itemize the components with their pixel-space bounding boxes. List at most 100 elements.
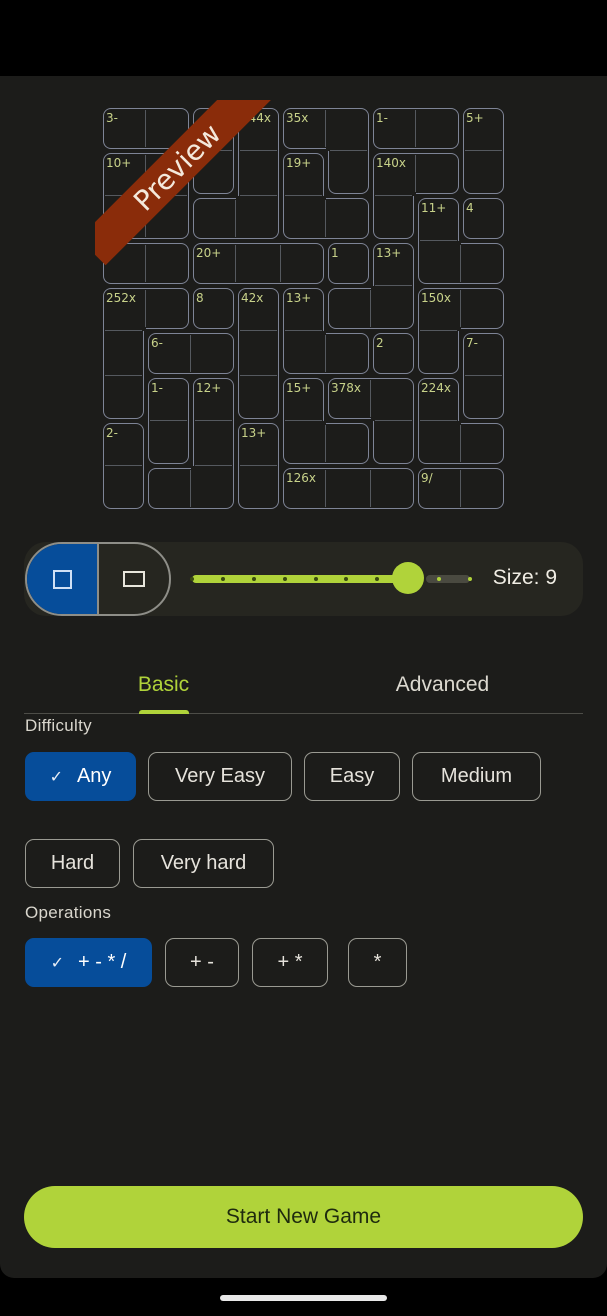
grid-cell <box>461 376 506 421</box>
start-new-game-button[interactable]: Start New Game <box>24 1186 583 1248</box>
grid-cell <box>281 196 326 241</box>
cage-label: 10+ <box>106 156 132 170</box>
cage-border <box>373 196 414 239</box>
grid-cell <box>191 331 236 376</box>
cage-label: 12+ <box>196 381 222 395</box>
puzzle-preview: 3- 144x 35x 1- 5+ 10+ 19+ 140x 11+ 4 20+ 1 13+ 252x 8 4… <box>95 100 513 518</box>
cage-border <box>328 288 371 329</box>
cage-label: 13+ <box>286 291 312 305</box>
cage-border <box>418 331 459 374</box>
grid-cell <box>461 286 506 331</box>
grid-cell <box>371 196 416 241</box>
difficulty-medium-chip[interactable]: Medium <box>412 752 541 801</box>
difficulty-label: Difficulty <box>25 716 92 735</box>
slider-tick <box>220 577 225 581</box>
cage-border <box>281 243 324 284</box>
cage-border <box>461 423 504 464</box>
operations-all-chip[interactable]: ✓ + - * / <box>25 938 152 987</box>
shape-rectangle-option[interactable] <box>97 544 169 614</box>
grid-cell <box>326 106 371 151</box>
cage-border <box>326 108 369 151</box>
grid-cell: 12+ <box>191 376 236 421</box>
cage-border <box>371 286 414 329</box>
home-indicator[interactable] <box>220 1295 387 1301</box>
chip-label: + - * / <box>78 951 127 973</box>
difficulty-hard-chip[interactable]: Hard <box>25 839 120 888</box>
shape-square-option[interactable] <box>27 544 97 614</box>
cage-border <box>238 376 279 419</box>
operations-add-mul-chip[interactable]: + * <box>252 938 328 987</box>
grid-cell <box>101 331 146 376</box>
cage-label: 35x <box>286 111 309 125</box>
cage-label: 2- <box>106 426 118 440</box>
grid-cell: 1 <box>326 241 371 286</box>
cage-border <box>326 423 369 464</box>
cage-border <box>461 288 504 329</box>
difficulty-easy-chip[interactable]: Easy <box>304 752 400 801</box>
check-icon: ✓ <box>50 954 65 972</box>
cage-border <box>283 331 326 374</box>
grid-cell: 11+ <box>416 196 461 241</box>
cage-border <box>148 421 189 464</box>
difficulty-very-hard-chip[interactable]: Very hard <box>133 839 274 888</box>
grid-cell: 4 <box>461 196 506 241</box>
size-control: Size: 9 <box>24 542 583 616</box>
tab-advanced[interactable]: Advanced <box>303 656 582 714</box>
cage-border <box>146 288 189 329</box>
square-icon <box>52 569 72 589</box>
cage-border <box>373 421 414 464</box>
grid-cell <box>416 421 461 466</box>
cage-border <box>461 468 504 509</box>
grid-cell: 2- <box>101 421 146 466</box>
grid-cell <box>146 241 191 286</box>
grid-cell <box>191 196 236 241</box>
grid-cell: 20+ <box>191 241 236 286</box>
cage-label: 4 <box>466 201 474 215</box>
tab-indicator <box>139 710 189 714</box>
grid-cell: 7- <box>461 331 506 376</box>
cage-label: 140x <box>376 156 407 170</box>
size-label: Size: 9 <box>492 566 557 589</box>
grid-cell <box>101 466 146 511</box>
grid-cell: 13+ <box>236 421 281 466</box>
grid-cell <box>326 196 371 241</box>
cage-label: 9/ <box>421 471 433 485</box>
grid-cell: 13+ <box>281 286 326 331</box>
cage-border <box>371 468 414 509</box>
cage-border <box>416 108 459 149</box>
status-bar <box>0 0 607 76</box>
difficulty-any-chip[interactable]: ✓ Any <box>25 752 136 801</box>
tab-basic[interactable]: Basic <box>24 656 303 714</box>
size-slider[interactable] <box>190 562 472 594</box>
cage-border <box>191 333 234 374</box>
slider-tick <box>251 577 256 581</box>
cage-border <box>283 421 326 464</box>
grid-cell <box>101 376 146 421</box>
grid-cell: 252x <box>101 286 146 331</box>
grid-cell <box>236 376 281 421</box>
grid-cell: 1- <box>371 106 416 151</box>
grid-cell <box>236 241 281 286</box>
grid-cell: 3- <box>101 106 146 151</box>
cage-label: 8 <box>196 291 204 305</box>
cage-border <box>146 243 189 284</box>
grid-cell <box>326 286 371 331</box>
cage-border <box>238 151 279 196</box>
cage-label: 126x <box>286 471 317 485</box>
tab-bar: Basic Advanced <box>24 656 583 714</box>
cage-label: 7- <box>466 336 478 350</box>
operations-add-sub-chip[interactable]: + - <box>165 938 239 987</box>
cage-label: 378x <box>331 381 362 395</box>
grid-cell <box>281 241 326 286</box>
grid-cell <box>371 286 416 331</box>
slider-tick <box>190 577 194 581</box>
grid-cell <box>146 466 191 511</box>
cage-label: 20+ <box>196 246 222 260</box>
operations-mul-chip[interactable]: * <box>348 938 407 987</box>
grid-cell <box>281 331 326 376</box>
difficulty-very-easy-chip[interactable]: Very Easy <box>148 752 292 801</box>
grid-cell <box>461 421 506 466</box>
cage-border <box>193 198 236 239</box>
grid-cell: 19+ <box>281 151 326 196</box>
slider-thumb[interactable] <box>392 562 425 594</box>
